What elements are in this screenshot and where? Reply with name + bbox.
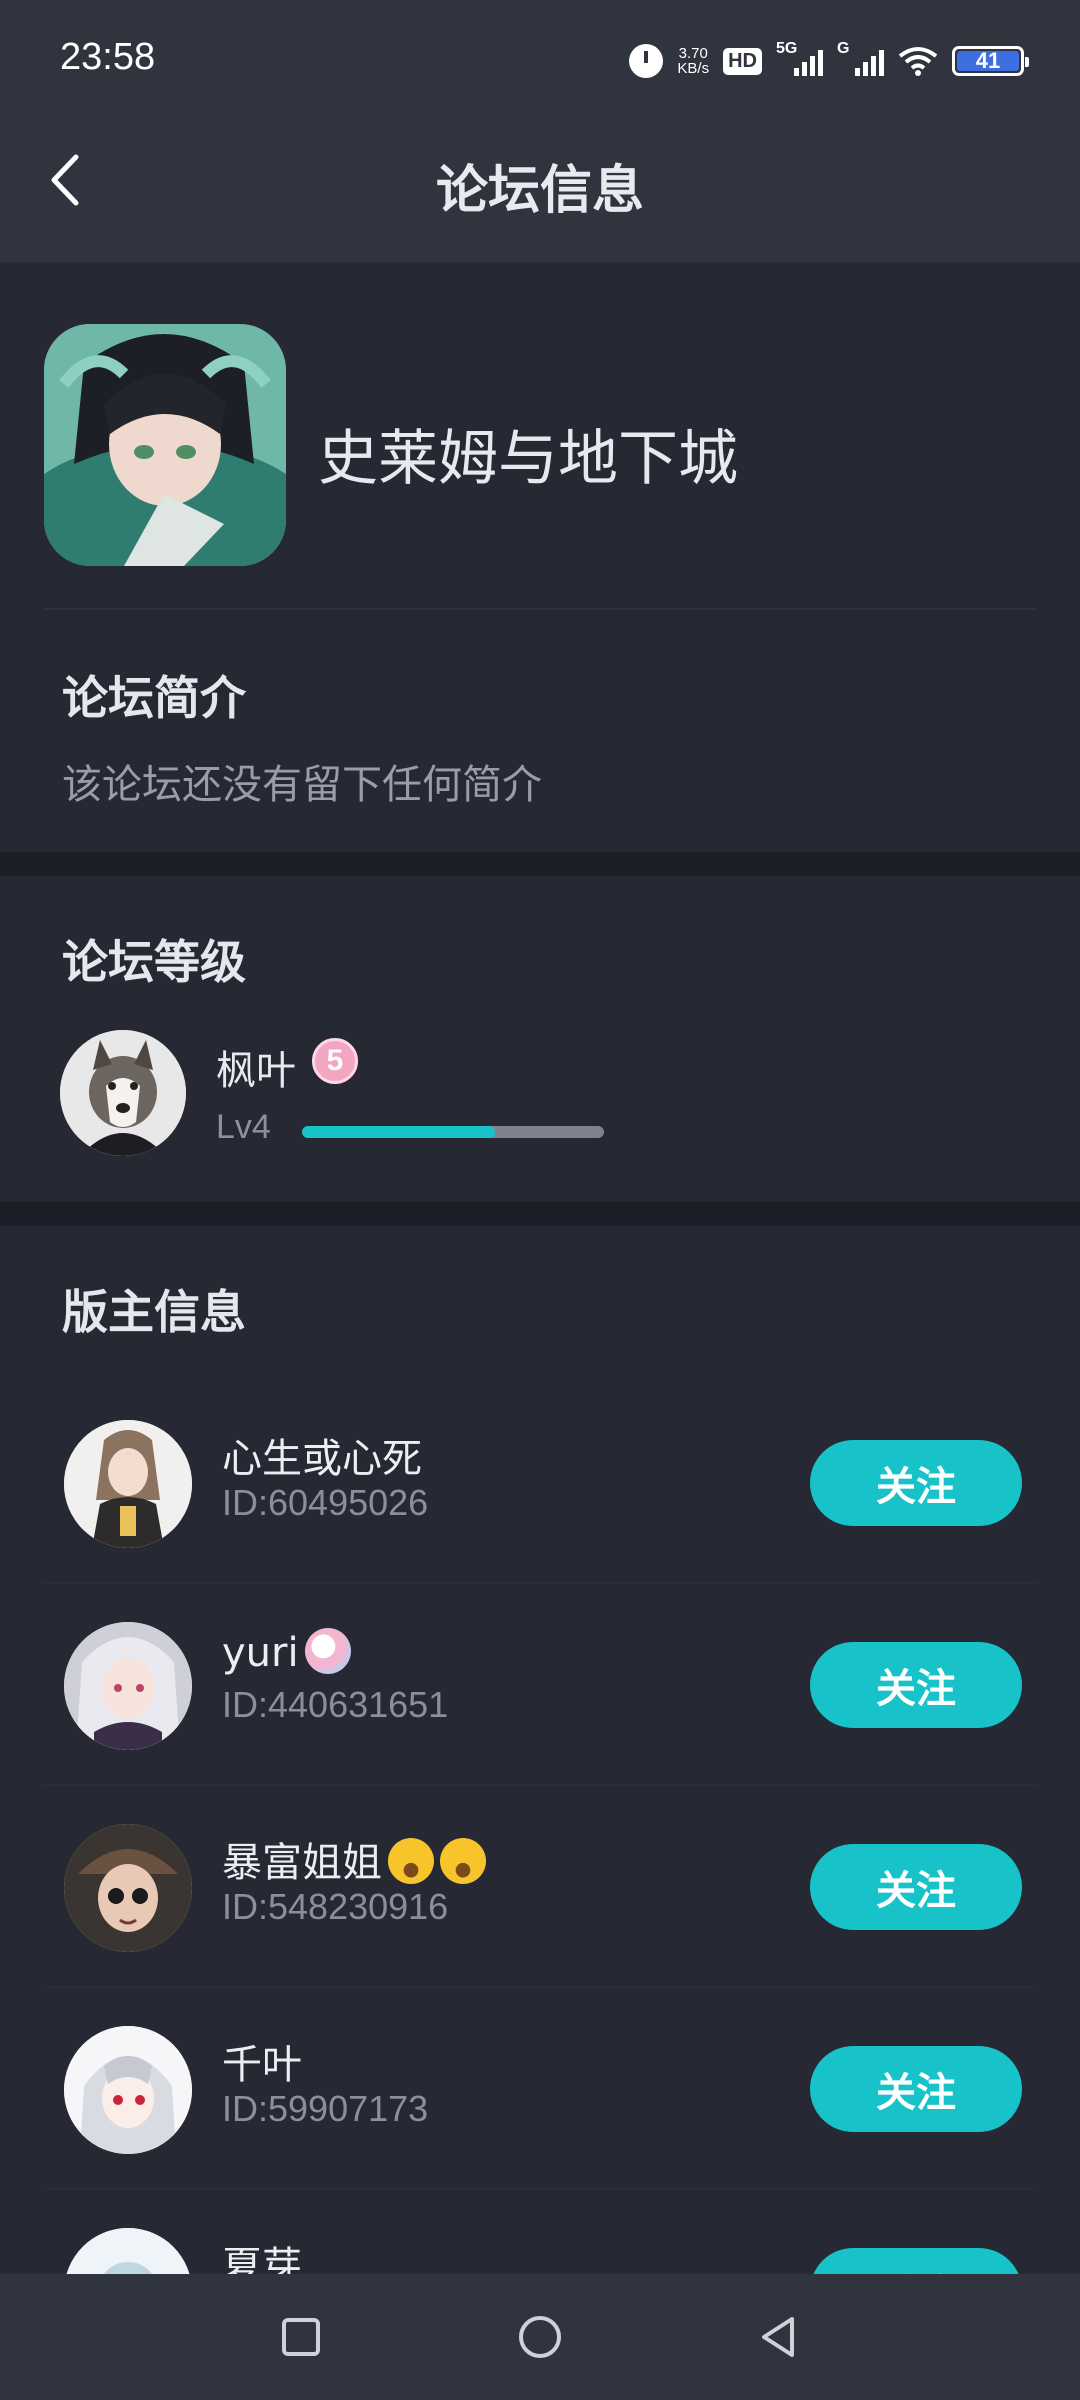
avatar-image — [64, 1420, 192, 1548]
moderator-id: ID:440631651 — [222, 1684, 449, 1725]
moderator-id: ID:548230916 — [222, 1886, 449, 1927]
moderators-section-title: 版主信息 — [62, 1285, 246, 1339]
divider — [44, 608, 1036, 610]
status-time: 23:58 — [60, 36, 156, 78]
moderator-name: yuri — [222, 1628, 351, 1676]
grin-emoji-icon — [440, 1838, 486, 1884]
moderator-list: 心生或心死 ID:60495026 关注 yuri ID:440631651 关… — [0, 1382, 1080, 2392]
level-label: Lv4 — [216, 1108, 271, 1146]
list-item[interactable]: yuri ID:440631651 关注 — [0, 1584, 1080, 1786]
status-bar: 23:58 3.70 KB/s HD 5G G 41 — [0, 0, 1080, 120]
avatar-sticker-icon — [304, 1628, 351, 1674]
follow-button[interactable]: 关注 — [810, 1440, 1022, 1526]
avatar[interactable] — [60, 1030, 186, 1156]
recents-button[interactable] — [268, 2304, 334, 2370]
avatar[interactable] — [64, 1420, 192, 1548]
avatar-image — [64, 1824, 192, 1952]
page-title: 论坛信息 — [435, 161, 644, 221]
top-bar: 23:58 3.70 KB/s HD 5G G 41 论坛信息 — [0, 0, 1080, 262]
forum-avatar-image — [44, 324, 286, 566]
intro-title: 论坛简介 — [62, 671, 246, 725]
list-item[interactable]: 千叶 ID:59907173 关注 — [0, 1988, 1080, 2190]
follow-button[interactable]: 关注 — [810, 1844, 1022, 1930]
level-card: 论坛等级 枫叶 5 Lv4 — [0, 876, 1080, 1202]
moderator-name: 心生或心死 — [222, 1436, 422, 1482]
network-speed-unit: KB/s — [677, 60, 710, 77]
intro-text: 该论坛还没有留下任何简介 — [62, 762, 542, 808]
signal-label-g: G — [837, 40, 850, 57]
level-section-title: 论坛等级 — [62, 935, 246, 989]
follow-button[interactable]: 关注 — [810, 2046, 1022, 2132]
signal-icon: 5G — [776, 40, 823, 76]
level-badge: 5 — [312, 1038, 358, 1084]
list-item[interactable]: 暴富姐姐 ID:548230916 关注 — [0, 1786, 1080, 1988]
circle-icon — [519, 2316, 561, 2358]
battery-level: 41 — [957, 48, 1019, 73]
signal-icon-secondary: G — [837, 40, 884, 76]
avatar-image — [64, 2026, 192, 2154]
alarm-icon — [629, 44, 664, 78]
level-progress-bar — [302, 1126, 604, 1138]
network-speed: 3.70 KB/s — [677, 46, 709, 76]
triangle-back-icon — [762, 2317, 794, 2357]
wifi-icon — [898, 46, 938, 76]
signal-label-5g: 5G — [776, 40, 798, 57]
forum-icon — [44, 324, 286, 566]
battery-icon: 41 — [952, 46, 1029, 76]
avatar-image — [64, 1622, 192, 1750]
forum-info-card: 史莱姆与地下城 论坛简介 该论坛还没有留下任何简介 — [0, 262, 1080, 852]
avatar[interactable] — [64, 2026, 192, 2154]
square-icon — [282, 2318, 320, 2356]
level-user-name: 枫叶 — [216, 1048, 296, 1094]
section-gap — [0, 1202, 1080, 1226]
moderator-name-text: yuri — [222, 1630, 299, 1676]
moderator-name: 暴富姐姐 — [222, 1830, 486, 1888]
avatar[interactable] — [64, 1622, 192, 1750]
moderator-name: 千叶 — [222, 2042, 302, 2088]
home-button[interactable] — [507, 2304, 573, 2370]
grin-emoji-icon — [388, 1838, 434, 1884]
network-speed-value: 3.70 — [678, 45, 708, 62]
status-icons: 3.70 KB/s HD 5G G 41 — [629, 38, 1029, 84]
moderators-card: 版主信息 心生或心死 ID:60495026 关注 yuri ID:440631… — [0, 1226, 1080, 2392]
moderator-name-text: 暴富姐姐 — [222, 1840, 382, 1886]
follow-button[interactable]: 关注 — [810, 1642, 1022, 1728]
moderator-id: ID:59907173 — [222, 2088, 429, 2129]
section-gap — [0, 852, 1080, 876]
moderator-id: ID:60495026 — [222, 1482, 429, 1523]
list-item[interactable]: 心生或心死 ID:60495026 关注 — [0, 1382, 1080, 1584]
level-progress-fill — [302, 1126, 496, 1138]
hd-icon: HD — [723, 47, 762, 75]
back-nav-button[interactable] — [746, 2304, 812, 2370]
system-nav-bar — [0, 2274, 1080, 2400]
husky-avatar-image — [60, 1030, 186, 1156]
forum-name: 史莱姆与地下城 — [318, 424, 738, 494]
avatar[interactable] — [64, 1824, 192, 1952]
